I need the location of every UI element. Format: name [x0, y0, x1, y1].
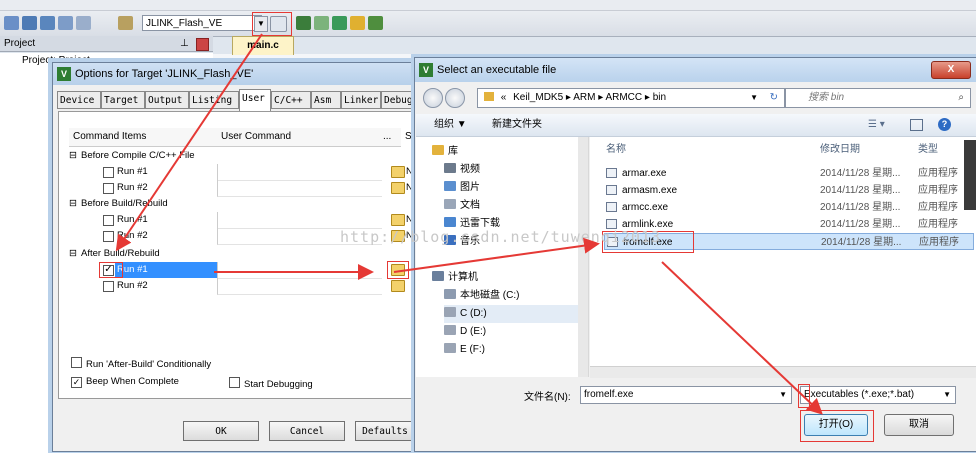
annotation-arrows [115, 33, 823, 415]
arrow-file-to-open [661, 261, 823, 415]
arrow-browse-to-file [393, 237, 600, 273]
arrow-toolbar-to-checkbox [115, 33, 263, 252]
